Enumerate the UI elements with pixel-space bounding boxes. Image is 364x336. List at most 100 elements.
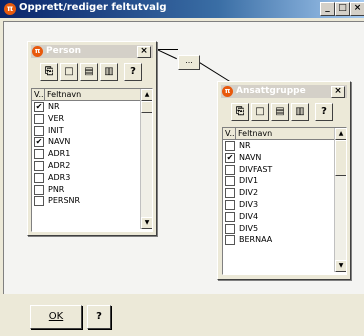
ansattgruppe-field-list[interactable]: V.. Feltnavn ▲ ▼ NR ✔ NAVN DIVFAST DIV1 DIV2 D…	[222, 127, 347, 275]
ansattgruppe-panel-title: Ansattgruppe	[236, 86, 306, 96]
list-item[interactable]: ✔ NR	[32, 101, 139, 112]
field-name: NAVN	[48, 137, 71, 147]
field-checkbox[interactable]	[34, 125, 44, 136]
button-bar: OK ?	[0, 295, 364, 336]
ok-button[interactable]: OK	[30, 305, 82, 329]
list-item[interactable]: ADR1	[32, 148, 139, 160]
field-checkbox[interactable]: ✔	[34, 137, 44, 148]
list-item[interactable]: ✔ NAVN	[223, 152, 333, 163]
scroll-thumb[interactable]	[335, 140, 346, 176]
ansattgruppe-table-panel[interactable]: π Ansattgruppe × V.. Feltnavn ▲ ▼ NR ✔ NAV…	[217, 81, 351, 280]
field-name: DIVFAST	[239, 164, 273, 174]
field-checkbox[interactable]: ✔	[34, 102, 44, 112]
list-item[interactable]: VER	[32, 113, 139, 124]
field-name: DIV2	[239, 188, 259, 198]
field-name: DIV4	[239, 211, 259, 221]
field-name: NAVN	[239, 152, 262, 162]
ansattgruppe-panel-titlebar[interactable]: π Ansattgruppe ×	[221, 85, 347, 98]
field-name: ADR2	[48, 161, 71, 170]
list-item[interactable]: DIV4	[223, 211, 333, 222]
field-checkbox[interactable]	[225, 141, 235, 151]
list-header: V.. Feltnavn	[32, 89, 141, 101]
list-item[interactable]: PNR	[32, 184, 139, 195]
window-title: Opprett/rediger feltutvalg	[19, 2, 167, 13]
ansattgruppe-scrollbar[interactable]: ▲ ▼	[334, 128, 346, 272]
table-icon: π	[32, 46, 43, 57]
field-checkbox[interactable]	[34, 184, 44, 195]
col-name-header[interactable]: Feltnavn	[45, 89, 141, 100]
field-checkbox[interactable]	[34, 196, 44, 207]
field-checkbox[interactable]	[34, 113, 44, 124]
deselect-icon[interactable]: ▥	[291, 103, 309, 121]
col-check-header[interactable]: V..	[32, 89, 45, 100]
field-checkbox[interactable]: ✔	[225, 152, 235, 163]
field-checkbox[interactable]	[225, 200, 235, 210]
select-all-icon[interactable]: ▤	[80, 63, 98, 81]
field-name: PNR	[48, 184, 65, 194]
list-item[interactable]: DIV2	[223, 187, 333, 199]
field-checkbox[interactable]	[225, 164, 235, 175]
help-icon[interactable]: ?	[124, 63, 142, 81]
help-button[interactable]: ?	[87, 305, 111, 329]
new-doc-icon[interactable]: □	[251, 103, 269, 121]
person-panel-title: Person	[46, 46, 82, 56]
maximize-button[interactable]: □	[335, 2, 350, 16]
field-checkbox[interactable]	[225, 223, 235, 234]
scroll-up-icon[interactable]: ▲	[141, 89, 152, 101]
field-checkbox[interactable]	[225, 176, 235, 187]
list-item[interactable]: PERSNR	[32, 195, 139, 207]
ansattgruppe-close-button[interactable]: ×	[331, 86, 345, 98]
list-item[interactable]: NR	[223, 140, 333, 151]
field-checkbox[interactable]	[225, 211, 235, 222]
ok-label: OK	[48, 311, 64, 322]
deselect-icon[interactable]: ▥	[100, 63, 118, 81]
list-item[interactable]: DIVFAST	[223, 164, 333, 175]
person-table-panel[interactable]: π Person × V.. Feltnavn ▲ ▼ ✔ NR VER INIT ✔ N…	[27, 41, 157, 236]
field-checkbox[interactable]	[225, 235, 235, 246]
field-name: ADR3	[48, 172, 71, 182]
list-item[interactable]: ✔ NAVN	[32, 136, 139, 148]
title-bar[interactable]: π Opprett/rediger feltutvalg _ □ ×	[0, 0, 364, 18]
dialog-window: π Opprett/rediger feltutvalg _ □ × ... π…	[0, 0, 364, 336]
help-icon[interactable]: ?	[315, 103, 333, 121]
list-item[interactable]: DIV3	[223, 199, 333, 210]
field-checkbox[interactable]	[34, 149, 44, 160]
scroll-thumb[interactable]	[141, 101, 152, 113]
col-check-header[interactable]: V..	[223, 128, 236, 139]
list-item[interactable]: BERNAA	[223, 234, 333, 246]
table-icon: π	[222, 86, 233, 97]
app-icon: π	[4, 3, 16, 15]
properties-icon[interactable]: ⎘	[40, 63, 58, 81]
properties-icon[interactable]: ⎘	[231, 103, 249, 121]
close-button[interactable]: ×	[350, 2, 364, 16]
list-item[interactable]: DIV1	[223, 175, 333, 187]
minimize-button[interactable]: _	[320, 2, 335, 16]
field-checkbox[interactable]	[225, 188, 235, 199]
list-item[interactable]: ADR2	[32, 160, 139, 171]
person-scrollbar[interactable]: ▲ ▼	[140, 89, 152, 229]
field-name: DIV3	[239, 200, 259, 209]
list-item[interactable]: ADR3	[32, 172, 139, 183]
field-name: INIT	[48, 125, 64, 135]
field-checkbox[interactable]	[34, 172, 44, 183]
field-name: VER	[48, 113, 65, 123]
field-name: BERNAA	[239, 235, 273, 245]
select-all-icon[interactable]: ▤	[271, 103, 289, 121]
list-item[interactable]: DIV5	[223, 223, 333, 234]
person-panel-titlebar[interactable]: π Person ×	[31, 45, 153, 58]
scroll-up-icon[interactable]: ▲	[335, 128, 346, 140]
scroll-down-icon[interactable]: ▼	[335, 260, 346, 272]
scroll-down-icon[interactable]: ▼	[141, 217, 152, 229]
field-name: NR	[48, 102, 60, 111]
field-name: NR	[239, 141, 251, 150]
list-item[interactable]: INIT	[32, 125, 139, 136]
person-field-list[interactable]: V.. Feltnavn ▲ ▼ ✔ NR VER INIT ✔ NAVN ADR1 ADR2…	[31, 88, 153, 232]
relation-button[interactable]: ...	[178, 55, 200, 70]
col-name-header[interactable]: Feltnavn	[236, 128, 335, 139]
field-name: PERSNR	[48, 196, 81, 206]
person-close-button[interactable]: ×	[137, 46, 151, 58]
new-doc-icon[interactable]: □	[60, 63, 78, 81]
field-checkbox[interactable]	[34, 161, 44, 171]
list-header: V.. Feltnavn	[223, 128, 335, 140]
field-name: ADR1	[48, 149, 71, 159]
